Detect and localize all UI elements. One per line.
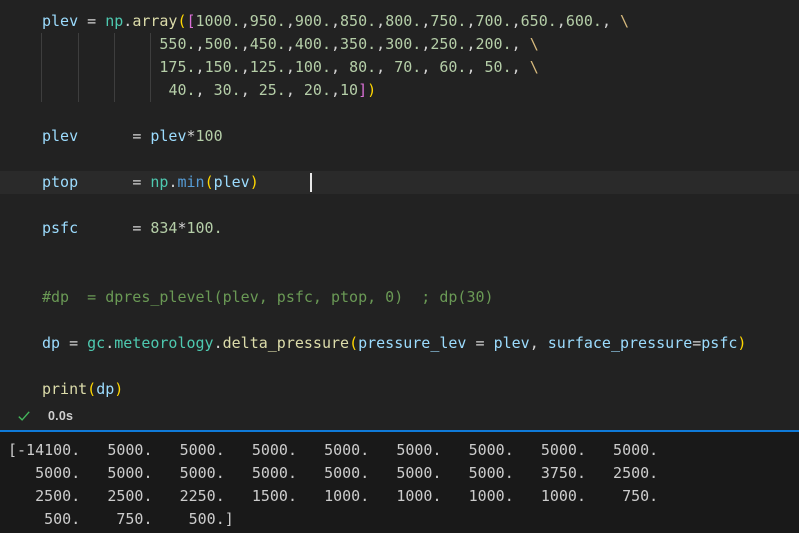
execution-time: 0.0s (48, 409, 73, 423)
code-line[interactable]: 175.,150.,125.,100., 80., 70., 60., 50.,… (0, 56, 799, 79)
text-cursor (310, 173, 312, 192)
code-line[interactable] (0, 240, 799, 263)
code-line[interactable]: plev = np.array([1000.,950.,900.,850.,80… (0, 10, 799, 33)
code-line[interactable]: 550.,500.,450.,400.,350.,300.,250.,200.,… (0, 33, 799, 56)
code-line[interactable]: plev = plev*100 (0, 125, 799, 148)
code-line[interactable] (0, 263, 799, 286)
code-editor[interactable]: plev = np.array([1000.,950.,900.,850.,80… (0, 0, 799, 401)
code-line[interactable] (0, 148, 799, 171)
output-line: 500. 750. 500.] (8, 508, 799, 531)
code-line[interactable] (0, 309, 799, 332)
cell-output: [-14100. 5000. 5000. 5000. 5000. 5000. 5… (0, 432, 799, 533)
code-line[interactable] (0, 194, 799, 217)
code-line[interactable] (0, 355, 799, 378)
output-line: 5000. 5000. 5000. 5000. 5000. 5000. 5000… (8, 462, 799, 485)
code-line[interactable]: #dp = dpres_plevel(plev, psfc, ptop, 0) … (0, 286, 799, 309)
output-line: [-14100. 5000. 5000. 5000. 5000. 5000. 5… (8, 439, 799, 462)
code-line[interactable]: ptop = np.min(plev) (0, 171, 799, 194)
code-line[interactable]: print(dp) (0, 378, 799, 401)
code-line[interactable]: psfc = 834*100. (0, 217, 799, 240)
code-line[interactable] (0, 102, 799, 125)
success-check-icon (16, 408, 32, 424)
cell-status-bar: 0.0s (0, 401, 799, 430)
code-line[interactable]: 40., 30., 25., 20.,10]) (0, 79, 799, 102)
output-line: 2500. 2500. 2250. 1500. 1000. 1000. 1000… (8, 485, 799, 508)
code-line[interactable]: dp = gc.meteorology.delta_pressure(press… (0, 332, 799, 355)
